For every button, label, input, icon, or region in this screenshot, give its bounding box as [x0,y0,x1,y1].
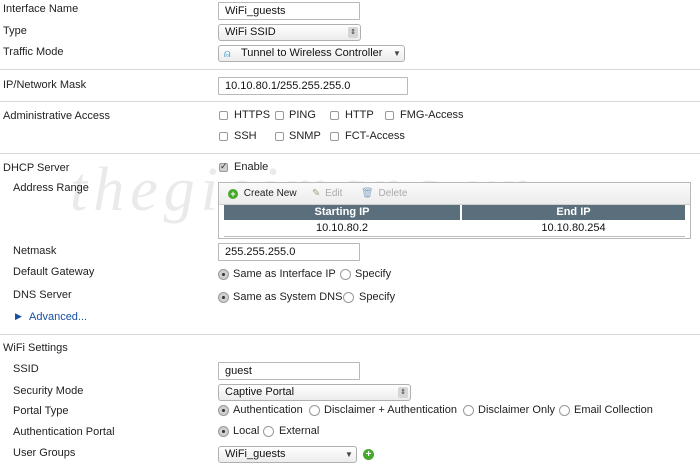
delete-label: Delete [378,188,408,199]
traffic-mode-label: Traffic Mode [3,46,64,58]
edit-label: Edit [325,188,343,199]
traffic-mode-select[interactable]: ⍝ Tunnel to Wireless Controller ▼ [218,45,405,62]
type-label: Type [3,25,27,37]
delete-button[interactable]: 🗑 Delete [361,188,407,199]
dns-specify-radio[interactable] [343,292,354,303]
auth-portal-external-label: External [279,425,320,437]
fct-access-checkbox[interactable] [330,132,339,141]
fmg-access-checkbox[interactable] [385,111,394,120]
gateway-same-radio[interactable] [218,269,229,280]
dns-same-radio[interactable] [218,292,229,303]
chevron-down-icon: ▼ [345,450,353,459]
admin-access-label: Administrative Access [3,110,110,122]
portal-type-label: Portal Type [13,405,69,417]
address-range-table: + Create New ✎ Edit 🗑 Delete Starting IP… [218,182,691,239]
snmp-checkbox[interactable] [275,132,284,141]
snmp-label: SNMP [289,130,321,142]
wifi-tunnel-icon: ⍝ [224,48,231,60]
ssid-input[interactable]: guest [218,362,360,380]
gateway-same-label: Same as Interface IP [233,268,336,280]
add-icon: + [228,189,238,199]
gateway-specify-radio[interactable] [340,269,351,280]
create-new-label: Create New [243,188,297,199]
divider [0,334,700,335]
type-select-value: WiFi SSID [225,26,276,38]
type-select[interactable]: WiFi SSID ⇕ [218,24,361,41]
fmg-access-label: FMG-Access [400,109,464,121]
interface-name-label: Interface Name [3,3,79,15]
advanced-link[interactable]: Advanced... [29,311,87,323]
fct-access-label: FCT-Access [345,130,405,142]
security-mode-label: Security Mode [13,385,84,397]
default-gateway-label: Default Gateway [13,266,95,278]
expand-triangle-icon[interactable]: ▶ [15,311,22,322]
user-groups-label: User Groups [13,447,76,459]
auth-portal-local-radio[interactable] [218,426,229,437]
create-new-button[interactable]: + Create New [228,188,297,199]
dhcp-enable-label: Enable [234,161,269,173]
wifi-settings-heading: WiFi Settings [3,342,68,354]
netmask-label: Netmask [13,245,57,257]
ssh-label: SSH [234,130,257,142]
divider [0,153,700,154]
http-checkbox[interactable] [330,111,339,120]
divider [0,69,700,70]
cell-starting-ip: 10.10.80.2 [316,222,368,234]
auth-portal-external-radio[interactable] [263,426,274,437]
portal-disclaimer-auth-radio[interactable] [309,405,320,416]
ssid-label: SSID [13,363,39,375]
portal-disclaimer-auth-label: Disclaimer + Authentication [324,404,457,416]
traffic-mode-value: Tunnel to Wireless Controller [241,47,383,59]
ping-label: PING [289,109,316,121]
chevron-down-icon: ▼ [393,49,401,58]
portal-email-collection-radio[interactable] [559,405,570,416]
portal-email-collection-label: Email Collection [574,404,653,416]
https-checkbox[interactable] [219,111,228,120]
auth-portal-local-label: Local [233,425,260,437]
interface-name-input[interactable]: WiFi_guests [218,2,360,20]
netmask-input[interactable]: 255.255.255.0 [218,243,360,261]
edit-icon: ✎ [312,188,321,199]
http-label: HTTP [345,109,374,121]
gateway-specify-label: Specify [355,268,392,280]
address-range-label: Address Range [13,182,89,194]
https-label: HTTPS [234,109,271,121]
user-groups-select[interactable]: WiFi_guests ▼ [218,446,357,463]
dns-server-label: DNS Server [13,289,72,301]
updown-arrow-icon: ⇕ [398,387,408,398]
add-user-group-icon[interactable]: + [363,449,374,460]
security-mode-value: Captive Portal [225,386,295,398]
updown-arrow-icon: ⇕ [348,27,358,38]
table-row[interactable]: 10.10.80.2 10.10.80.254 [224,221,685,237]
ping-checkbox[interactable] [275,111,284,120]
user-groups-value: WiFi_guests [225,448,286,460]
portal-authentication-radio[interactable] [218,405,229,416]
table-toolbar: + Create New ✎ Edit 🗑 Delete [219,183,690,205]
auth-portal-label: Authentication Portal [13,426,115,438]
divider [0,101,700,102]
ip-mask-input[interactable]: 10.10.80.1/255.255.255.0 [218,77,408,95]
ssh-checkbox[interactable] [219,132,228,141]
portal-authentication-label: Authentication [233,404,303,416]
dns-same-label: Same as System DNS [233,291,343,303]
dns-specify-label: Specify [359,291,396,303]
cell-end-ip: 10.10.80.254 [541,222,606,234]
dhcp-server-label: DHCP Server [3,162,70,174]
edit-button[interactable]: ✎ Edit [312,188,342,199]
portal-disclaimer-only-label: Disclaimer Only [478,404,556,416]
dhcp-enable-checkbox[interactable] [219,161,228,172]
security-mode-select[interactable]: Captive Portal ⇕ [218,384,411,401]
ip-mask-label: IP/Network Mask [3,79,87,91]
col-starting-ip[interactable]: Starting IP [224,205,460,220]
trash-icon: 🗑 [361,188,374,199]
col-end-ip[interactable]: End IP [462,205,685,220]
portal-disclaimer-only-radio[interactable] [463,405,474,416]
table-header: Starting IP End IP [224,205,685,220]
